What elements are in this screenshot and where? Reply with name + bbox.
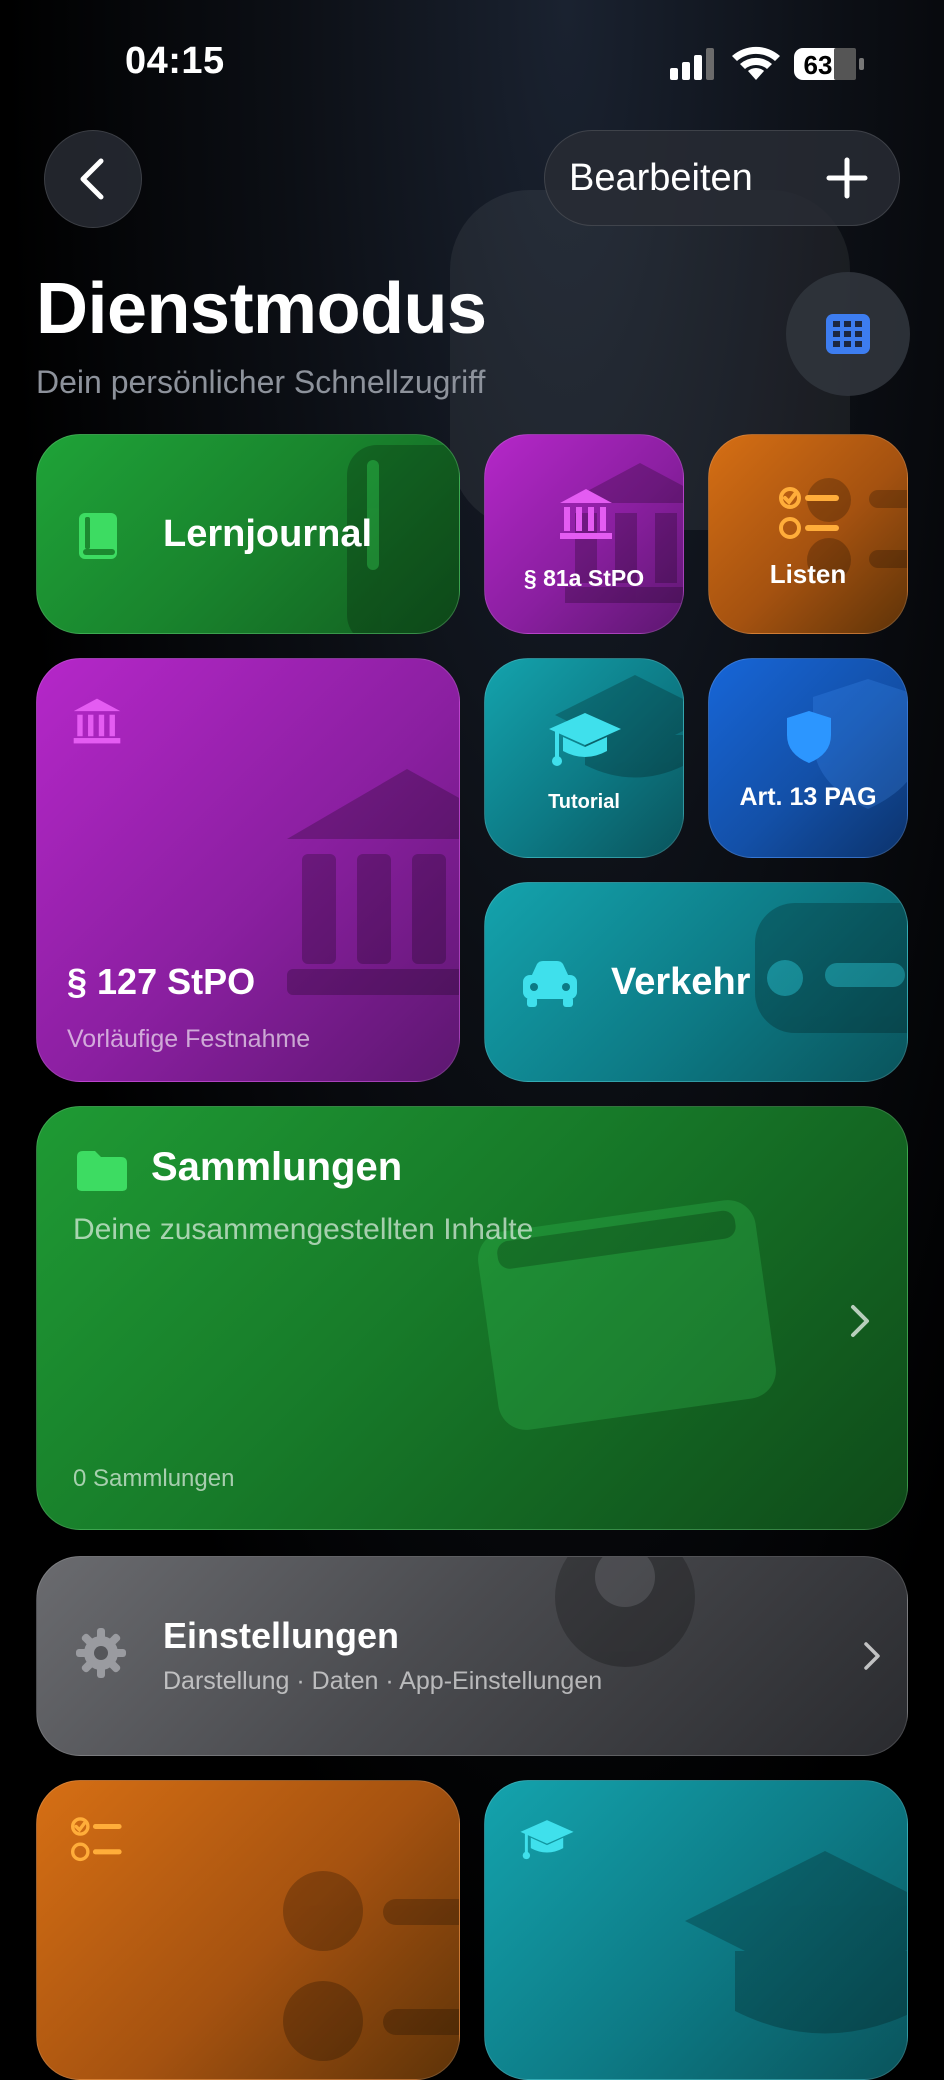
courthouse-icon	[560, 489, 612, 539]
back-button[interactable]	[44, 130, 142, 228]
plus-icon[interactable]	[825, 156, 869, 200]
checklist-icon	[779, 487, 839, 539]
page-subtitle: Dein persönlicher Schnellzugriff	[36, 364, 486, 400]
tile-label: Art. 13 PAG	[739, 783, 877, 811]
car-decoration-icon	[755, 903, 907, 1033]
tile-stpo-81a[interactable]: § 81a StPO	[484, 434, 684, 634]
wifi-icon	[732, 46, 780, 80]
tile-art-13-pag[interactable]: Art. 13 PAG	[708, 658, 908, 858]
gear-decoration-icon	[555, 1557, 695, 1667]
courthouse-decoration-icon	[287, 769, 459, 995]
tile-sammlungen[interactable]: Sammlungen Deine zusammengestellten Inha…	[36, 1106, 908, 1530]
folder-icon	[77, 1151, 127, 1191]
tile-verkehr[interactable]: Verkehr	[484, 882, 908, 1082]
edit-label: Bearbeiten	[569, 156, 753, 199]
tile-label: Lernjournal	[163, 513, 373, 555]
tile-tutorial[interactable]: Tutorial	[484, 658, 684, 858]
grid-view-button[interactable]	[786, 272, 910, 396]
tile-stpo-127[interactable]: § 127 StPO Vorläufige Festnahme	[36, 658, 460, 1082]
status-time: 04:15	[125, 40, 225, 82]
tile-label: Listen	[769, 559, 847, 589]
chevron-left-icon	[80, 158, 104, 200]
checklist-icon	[71, 1817, 122, 1862]
tile-label: Tutorial	[548, 791, 620, 813]
tile-label: Einstellungen	[163, 1615, 400, 1656]
tile-listen[interactable]: Listen	[708, 434, 908, 634]
gear-icon	[76, 1628, 126, 1678]
page-title: Dienstmodus	[36, 269, 487, 349]
tile-label: Sammlungen	[151, 1145, 403, 1189]
graduation-cap-decoration-icon	[685, 1851, 907, 2034]
battery-level: 63	[804, 50, 833, 80]
tile-listen-large[interactable]	[36, 1780, 460, 2080]
shield-icon	[787, 711, 831, 763]
edit-button[interactable]: Bearbeiten	[544, 130, 900, 226]
tile-lernjournal[interactable]: Lernjournal	[36, 434, 460, 634]
tile-sublabel: Vorläufige Festnahme	[67, 1025, 311, 1053]
tile-tutorial-large[interactable]	[484, 1780, 908, 2080]
signal-icon	[670, 48, 714, 80]
tile-label: Verkehr	[611, 961, 751, 1003]
status-icons: 63	[670, 46, 864, 80]
chevron-right-icon	[864, 1642, 880, 1670]
tile-description: Deine zusammengestellten Inhalte	[73, 1213, 534, 1246]
battery-icon: 63	[794, 48, 864, 80]
car-icon	[523, 961, 577, 1007]
collection-count: 0 Sammlungen	[73, 1465, 235, 1492]
graduation-cap-icon	[520, 1820, 574, 1860]
book-icon	[79, 513, 117, 559]
tile-description: Darstellung · Daten · App-Einstellungen	[163, 1667, 603, 1695]
graduation-cap-icon	[549, 713, 621, 766]
courthouse-icon	[73, 698, 121, 744]
tile-einstellungen[interactable]: Einstellungen Darstellung · Daten · App-…	[36, 1556, 908, 1756]
tile-label: § 127 StPO	[67, 961, 256, 1002]
tile-label: § 81a StPO	[523, 565, 645, 591]
checklist-decoration-icon	[283, 1871, 459, 2061]
chevron-right-icon	[851, 1305, 869, 1337]
grid-icon	[826, 314, 870, 354]
